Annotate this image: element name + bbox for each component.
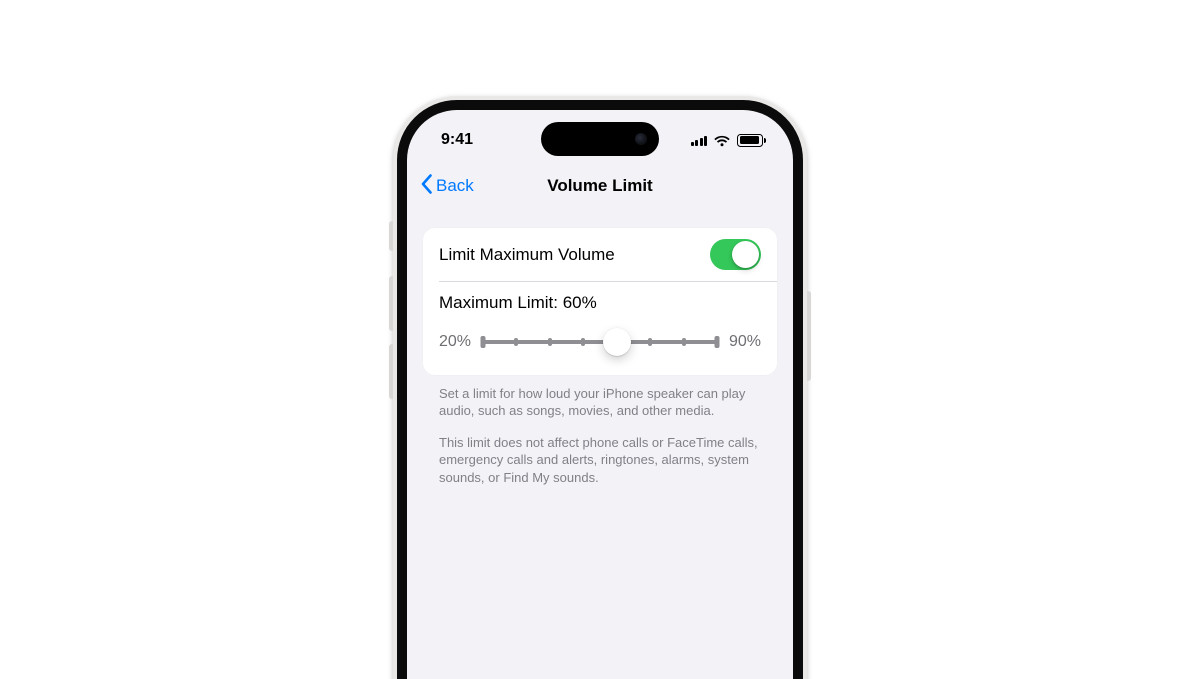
phone-bezel: 9:41	[397, 100, 803, 679]
page-title: Volume Limit	[547, 176, 652, 196]
footnote-paragraph-2: This limit does not affect phone calls o…	[439, 434, 761, 487]
slider-group: Maximum Limit: 60% 20% 90%	[423, 282, 777, 375]
phone-frame: 9:41	[393, 96, 807, 679]
limit-toggle-label: Limit Maximum Volume	[439, 245, 615, 265]
side-power-button	[807, 291, 811, 381]
slider-thumb	[603, 328, 631, 356]
back-label: Back	[436, 176, 474, 196]
toggle-thumb	[732, 241, 759, 268]
screen: 9:41	[407, 110, 793, 679]
battery-icon	[737, 134, 763, 147]
limit-toggle-row: Limit Maximum Volume	[423, 228, 777, 281]
volume-up-button	[389, 276, 393, 331]
slider-min-label: 20%	[439, 333, 471, 351]
slider-row: 20% 90%	[439, 327, 761, 357]
wifi-icon	[713, 134, 731, 147]
footnote: Set a limit for how loud your iPhone spe…	[423, 375, 777, 487]
back-button[interactable]: Back	[417, 164, 478, 208]
status-time: 9:41	[441, 131, 473, 149]
slider-title: Maximum Limit: 60%	[439, 293, 761, 313]
limit-toggle[interactable]	[710, 239, 761, 270]
slider-track	[483, 340, 717, 344]
chevron-left-icon	[421, 174, 433, 199]
canvas: 9:41	[0, 0, 1200, 679]
status-right	[691, 134, 764, 147]
content: Limit Maximum Volume Maximum Limit: 60% …	[407, 218, 793, 679]
mute-switch	[389, 221, 393, 251]
nav-bar: Back Volume Limit	[407, 164, 793, 208]
volume-limit-slider[interactable]	[483, 327, 717, 357]
volume-down-button	[389, 344, 393, 399]
footnote-paragraph-1: Set a limit for how loud your iPhone spe…	[439, 385, 761, 420]
cellular-signal-icon	[691, 134, 708, 146]
status-bar: 9:41	[407, 110, 793, 164]
settings-card: Limit Maximum Volume Maximum Limit: 60% …	[423, 228, 777, 375]
slider-max-label: 90%	[729, 333, 761, 351]
